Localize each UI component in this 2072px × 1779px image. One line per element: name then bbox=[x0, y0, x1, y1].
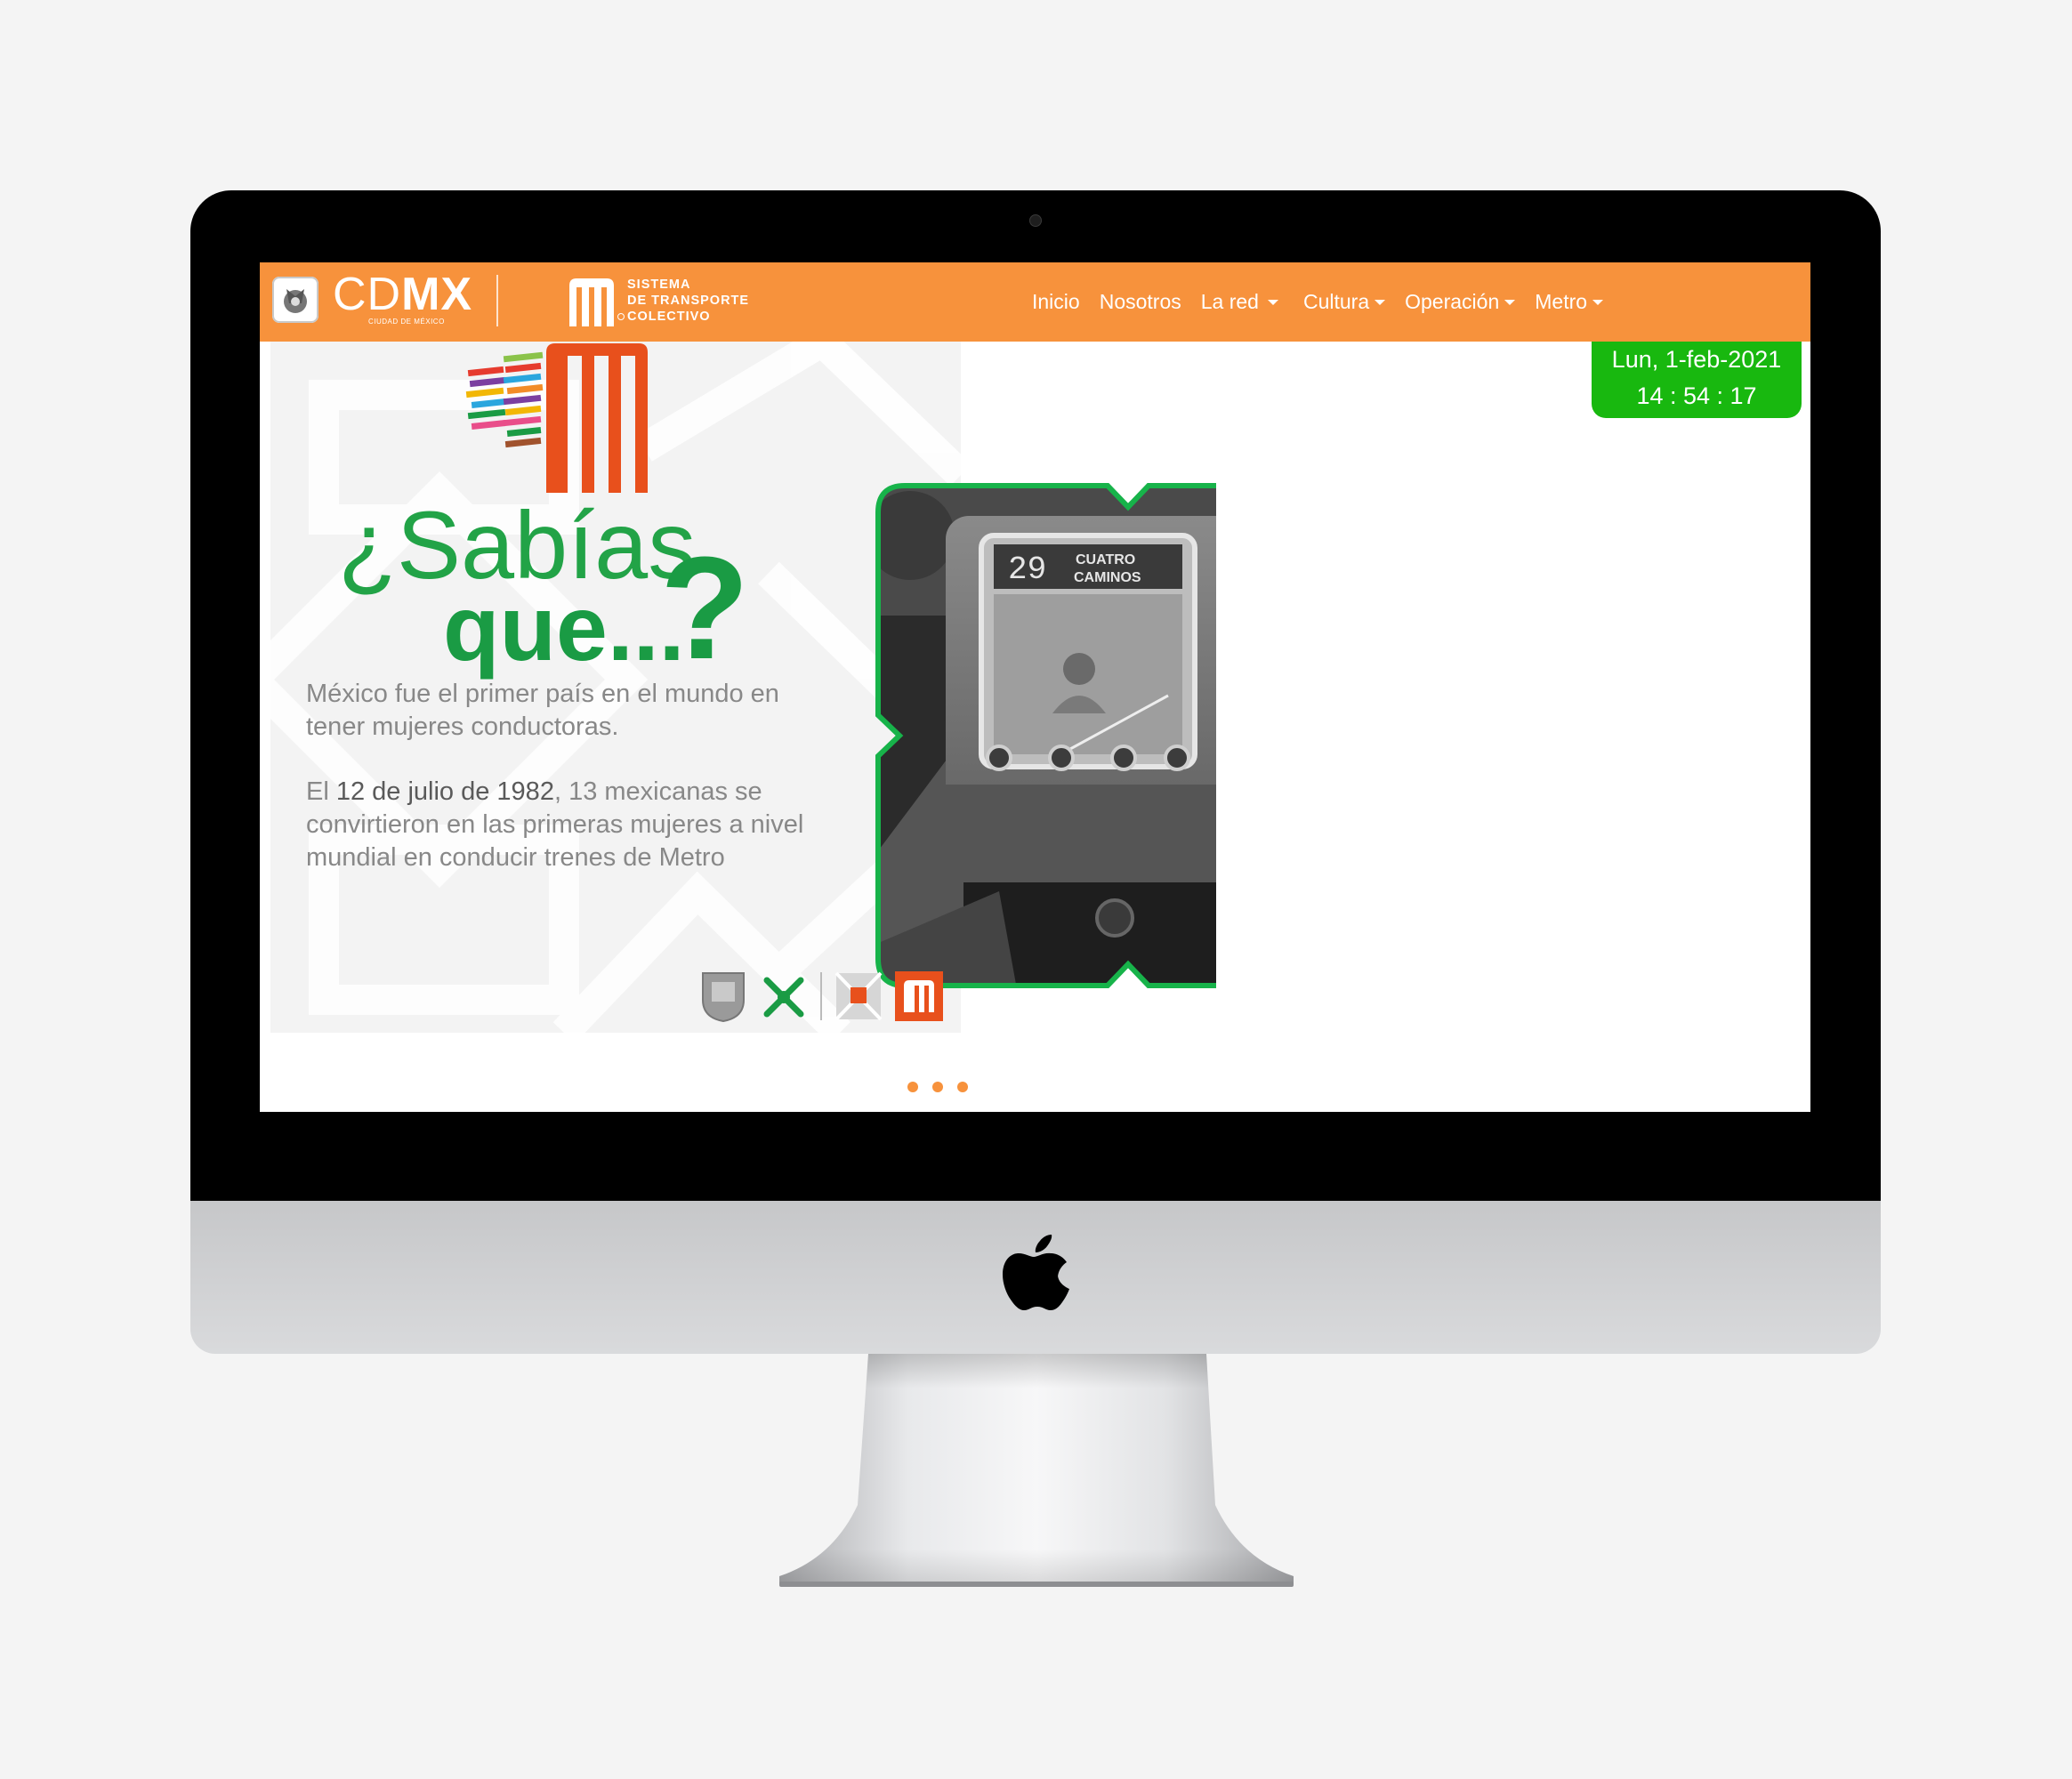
camera-icon bbox=[1029, 214, 1042, 227]
fact-date-highlight: 12 de julio de 1982 bbox=[335, 777, 554, 806]
train-route-number: 29 bbox=[1008, 551, 1046, 588]
logo-divider bbox=[820, 972, 822, 1020]
metro-brand-icon bbox=[895, 971, 943, 1021]
cdmx-glyph-icon bbox=[763, 977, 804, 1018]
brand-divider bbox=[496, 275, 498, 326]
cdmx-emblem-icon[interactable] bbox=[272, 277, 318, 323]
fact-paragraph-2: El 12 de julio de 1982, 13 mexicanas se … bbox=[306, 777, 804, 872]
fact-paragraph-1: México fue el primer país en el mundo en… bbox=[306, 680, 779, 741]
metro-logo-icon[interactable] bbox=[568, 277, 616, 328]
clock-time: 14 : 54 : 17 bbox=[1636, 382, 1757, 409]
heading-que: que... bbox=[443, 577, 685, 680]
heading-question-mark: ? bbox=[660, 527, 750, 689]
escudo-icon bbox=[702, 972, 745, 1023]
caret-down-icon bbox=[1504, 299, 1516, 305]
carousel-slide[interactable]: ¿Sabías que... ? México fue el primer pa… bbox=[270, 342, 1216, 1033]
train-destination-line2: CAMINOS bbox=[1074, 570, 1141, 585]
date-time-widget: Lun, 1-feb-2021 14 : 54 : 17 bbox=[1592, 342, 1802, 418]
caret-down-icon bbox=[1375, 299, 1386, 305]
anniversary-logo-icon bbox=[465, 343, 648, 493]
apple-logo-icon bbox=[1003, 1235, 1069, 1310]
nav-la-red[interactable]: La red bbox=[1201, 290, 1278, 314]
stc-wordmark: SISTEMA DE TRANSPORTE COLECTIVO bbox=[627, 278, 750, 324]
nav-metro[interactable]: Metro bbox=[1535, 290, 1604, 314]
carousel-dot-1[interactable] bbox=[907, 1082, 918, 1092]
institution-logos bbox=[699, 970, 943, 1023]
metro-pattern-icon bbox=[834, 971, 883, 1021]
nav-operacion[interactable]: Operación bbox=[1405, 290, 1516, 314]
clock-date: Lun, 1-feb-2021 bbox=[1611, 346, 1782, 373]
carousel-indicators bbox=[907, 1082, 968, 1092]
carousel-dot-2[interactable] bbox=[932, 1082, 943, 1092]
registered-mark-icon bbox=[617, 313, 625, 320]
carousel-dot-3[interactable] bbox=[957, 1082, 968, 1092]
monitor-stand bbox=[779, 1354, 1294, 1587]
train-photo: 29 CUATRO CAMINOS bbox=[875, 483, 1216, 988]
nav-inicio[interactable]: Inicio bbox=[1032, 290, 1080, 314]
caret-down-icon bbox=[1267, 299, 1278, 305]
train-destination-line1: CUATRO bbox=[1076, 552, 1135, 568]
cdmx-logo-text[interactable]: CDMX bbox=[333, 268, 472, 321]
main-menu: Inicio Nosotros La red Cultura Operación… bbox=[1032, 262, 1604, 342]
nav-cultura[interactable]: Cultura bbox=[1303, 290, 1386, 314]
website-screen: CDMX CIUDAD DE MÉXICO SISTEMA DE TRANSPO… bbox=[260, 262, 1810, 1112]
caret-down-icon bbox=[1592, 299, 1604, 305]
nav-nosotros[interactable]: Nosotros bbox=[1100, 290, 1181, 314]
navbar: CDMX CIUDAD DE MÉXICO SISTEMA DE TRANSPO… bbox=[260, 262, 1810, 342]
cdmx-subtitle: CIUDAD DE MÉXICO bbox=[368, 318, 445, 326]
